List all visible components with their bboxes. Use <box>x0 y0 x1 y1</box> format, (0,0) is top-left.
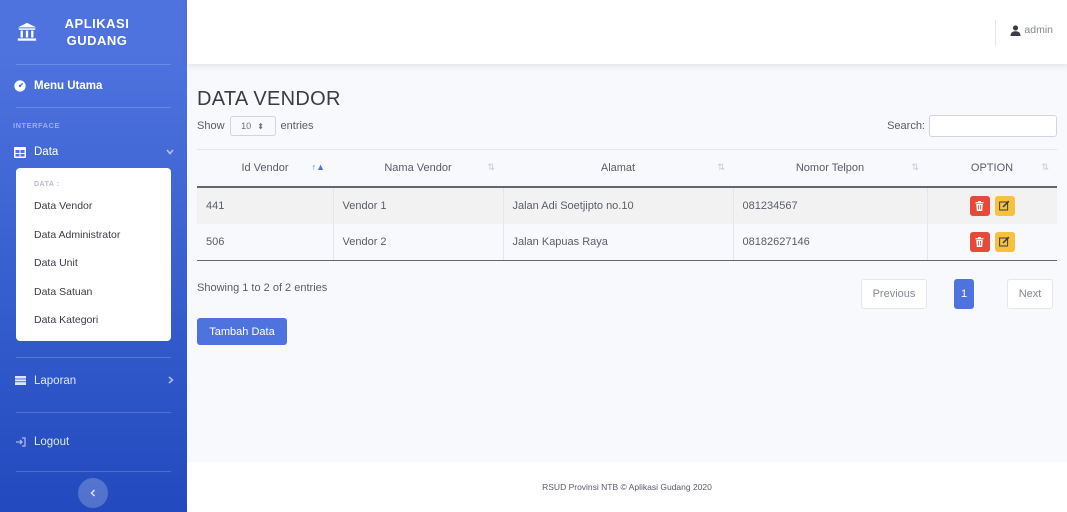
cell-nomor-telpon: 08182627146 <box>732 223 927 261</box>
chevron-down-icon <box>166 146 174 158</box>
column-header-option[interactable]: OPTION ⇅ <box>927 149 1057 188</box>
dashboard-icon <box>13 79 27 93</box>
submenu-heading: DATA : <box>34 180 60 188</box>
topbar: admin <box>187 0 1067 64</box>
sort-icon: ⇅ <box>1041 162 1049 172</box>
sort-icon: ⇅ <box>487 162 495 172</box>
next-page-button[interactable]: Next <box>1007 279 1053 309</box>
cell-alamat: Jalan Adi Soetjipto no.10 <box>502 186 733 224</box>
cell-id-vendor: 506 <box>197 223 333 261</box>
sign-out-icon <box>13 435 27 449</box>
entries-select[interactable]: 10 ⬍ <box>229 116 276 136</box>
brand-line-1: APLIKASI <box>64 16 130 31</box>
table-header-row: Id Vendor ↑▲ Nama Vendor ⇅ Alamat ⇅ Nomo… <box>197 149 1057 188</box>
brand-line-2: GUDANG <box>66 33 128 48</box>
column-header-id-vendor[interactable]: Id Vendor ↑▲ <box>197 149 333 188</box>
delete-button[interactable] <box>969 195 990 216</box>
table-icon <box>13 145 27 159</box>
cell-option <box>926 223 1057 261</box>
entries-label: entries <box>280 120 314 132</box>
submenu-item-data-satuan[interactable]: Data Satuan <box>16 278 171 307</box>
column-header-label: Alamat <box>600 161 636 174</box>
submenu-item-data-unit[interactable]: Data Unit <box>16 249 171 278</box>
list-icon <box>13 374 27 388</box>
main-content: DATA VENDOR Show 10 ⬍ entries Search: Id… <box>187 64 1067 462</box>
sidebar-item-logout[interactable]: Logout <box>0 413 187 471</box>
footer-copyright: RSUD Provinsi NTB © Aplikasi Gudang 2020 <box>542 482 712 492</box>
search-label: Search: <box>887 120 925 132</box>
sidebar-divider <box>16 470 171 472</box>
sort-icon: ⇅ <box>717 162 725 172</box>
sidebar-divider <box>16 107 171 108</box>
user-name: admin <box>1024 24 1053 36</box>
chevron-left-icon <box>90 486 96 500</box>
column-header-label: OPTION <box>970 161 1014 174</box>
data-submenu: DATA : Data Vendor Data Administrator Da… <box>16 168 171 341</box>
vendor-table: Id Vendor ↑▲ Nama Vendor ⇅ Alamat ⇅ Nomo… <box>197 149 1057 261</box>
page-1-button[interactable]: 1 <box>954 279 974 309</box>
sidebar-item-data[interactable]: Data <box>0 136 187 168</box>
sidebar-brand[interactable]: APLIKASI GUDANG <box>0 0 187 64</box>
sort-asc-icon: ↑▲ <box>311 162 325 172</box>
submenu-item-data-vendor[interactable]: Data Vendor <box>16 192 171 221</box>
column-header-nomor-telpon[interactable]: Nomor Telpon ⇅ <box>733 149 927 188</box>
sidebar: APLIKASI GUDANG Menu Utama INTERFACE Dat… <box>0 0 187 512</box>
submenu-item-data-kategori[interactable]: Data Kategori <box>16 306 171 335</box>
user-menu[interactable]: admin <box>1010 24 1053 36</box>
table-row: 506 Vendor 2 Jalan Kapuas Raya 081826271… <box>197 223 1057 261</box>
user-icon <box>1010 24 1021 36</box>
cell-option <box>926 186 1057 224</box>
footer: RSUD Provinsi NTB © Aplikasi Gudang 2020 <box>187 462 1067 512</box>
sidebar-item-label: Data <box>34 146 59 158</box>
cell-nomor-telpon: 081234567 <box>732 186 927 224</box>
sort-arrows-icon: ⬍ <box>257 121 264 131</box>
entries-select-value: 10 <box>241 121 252 131</box>
cell-nama-vendor: Vendor 1 <box>332 186 503 224</box>
trash-icon <box>975 236 984 247</box>
tambah-data-button[interactable]: Tambah Data <box>197 318 287 345</box>
previous-page-button[interactable]: Previous <box>861 279 927 309</box>
cell-alamat: Jalan Kapuas Raya <box>502 223 733 261</box>
edit-icon <box>999 200 1010 211</box>
show-label: Show <box>197 120 225 132</box>
column-header-nama-vendor[interactable]: Nama Vendor ⇅ <box>333 149 503 188</box>
sidebar-item-label: Logout <box>34 435 70 448</box>
topbar-divider <box>995 20 996 46</box>
chevron-right-icon <box>168 375 174 387</box>
column-header-label: Nomor Telpon <box>795 161 865 174</box>
cell-id-vendor: 441 <box>197 186 333 224</box>
column-header-alamat[interactable]: Alamat ⇅ <box>503 149 733 188</box>
sidebar-item-laporan[interactable]: Laporan <box>0 358 187 404</box>
edit-button[interactable] <box>994 195 1015 216</box>
edit-icon <box>999 236 1010 247</box>
sort-icon: ⇅ <box>911 162 919 172</box>
sidebar-item-label: Menu Utama <box>34 80 103 92</box>
trash-icon <box>975 200 984 211</box>
edit-button[interactable] <box>994 231 1015 252</box>
delete-button[interactable] <box>969 231 990 252</box>
sidebar-toggle-button[interactable] <box>78 478 108 508</box>
cell-nama-vendor: Vendor 2 <box>332 223 503 261</box>
table-info: Showing 1 to 2 of 2 entries <box>197 282 328 294</box>
submenu-item-data-administrator[interactable]: Data Administrator <box>16 221 171 250</box>
page-title: DATA VENDOR <box>197 88 341 110</box>
search-box: Search: <box>887 115 1057 137</box>
pagination: Previous 1 Next <box>853 279 1053 309</box>
bank-icon <box>17 22 37 41</box>
show-entries: Show 10 ⬍ entries <box>197 116 314 136</box>
column-header-label: Id Vendor <box>241 161 289 174</box>
search-input[interactable] <box>929 115 1057 137</box>
sidebar-heading-interface: INTERFACE <box>13 120 61 130</box>
table-row: 441 Vendor 1 Jalan Adi Soetjipto no.10 0… <box>197 186 1057 224</box>
column-header-label: Nama Vendor <box>384 161 452 174</box>
sidebar-item-menu-utama[interactable]: Menu Utama <box>0 65 187 107</box>
sidebar-item-label: Laporan <box>34 374 77 387</box>
